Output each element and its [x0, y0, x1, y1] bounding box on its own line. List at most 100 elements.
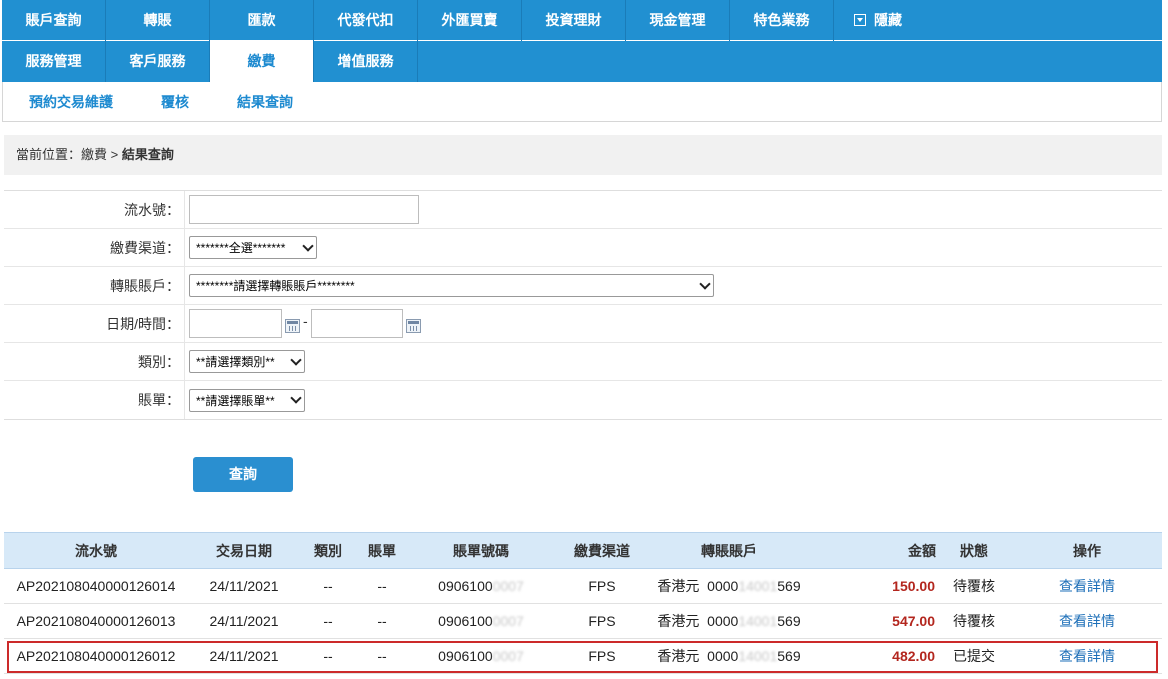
cell-date: 24/11/2021: [188, 603, 300, 639]
serial-input[interactable]: [189, 195, 419, 224]
nav-hide-toggle[interactable]: 隱藏: [834, 0, 938, 41]
nav-cash-management[interactable]: 現金管理: [626, 0, 730, 41]
cell-status: 已提交: [936, 638, 1012, 674]
nav-customer-service[interactable]: 客戶服務: [106, 41, 210, 82]
nav-special-services[interactable]: 特色業務: [730, 0, 834, 41]
cell-bill: --: [356, 603, 408, 639]
cell-amount: 482.00: [808, 638, 936, 674]
account-prefix: 0000: [707, 578, 739, 594]
nav-payroll[interactable]: 代發代扣: [314, 0, 418, 41]
date-to-input[interactable]: [310, 309, 403, 338]
form-row-category: 類別： **請選擇類別**: [4, 343, 1162, 381]
subnav-result-inquiry[interactable]: 結果查詢: [237, 92, 293, 112]
bill-no-masked: 0007: [492, 613, 524, 629]
date-from-input[interactable]: [189, 309, 282, 338]
cell-bill: --: [356, 638, 408, 674]
cell-account: 香港元 000014001569: [650, 638, 808, 674]
cell-channel: FPS: [554, 568, 650, 604]
bill-no-masked: 0007: [492, 648, 524, 664]
breadcrumb-prefix: 當前位置：繳費 >: [16, 147, 122, 162]
channel-label: 繳費渠道：: [4, 229, 185, 266]
bill-no-masked: 0007: [492, 578, 524, 594]
breadcrumb-current: 結果查詢: [121, 147, 174, 162]
hide-label: 隱藏: [874, 12, 902, 28]
sub-navigation: 預約交易維護 覆核 結果查詢: [2, 82, 1162, 122]
bill-select-value: **請選擇賬單**: [196, 393, 275, 408]
account-select-value: ********請選擇轉賬賬戶********: [196, 279, 355, 293]
chevron-down-icon: [290, 353, 302, 366]
bill-no-prefix: 0906100: [438, 648, 493, 664]
cell-bill-no: 09061000007: [408, 603, 554, 639]
col-header-serial: 流水號: [4, 532, 188, 569]
cell-category: --: [300, 603, 356, 639]
col-header-bill-no: 賬單號碼: [408, 532, 554, 569]
nav-service-management[interactable]: 服務管理: [2, 41, 106, 82]
nav-row-1: 賬戶查詢 轉賬 匯款 代發代扣 外匯買賣 投資理財 現金管理 特色業務 隱藏: [2, 0, 1162, 41]
table-header-row: 流水號 交易日期 類別 賬單 賬單號碼 繳費渠道 轉賬賬戶 金額 狀態 操作: [4, 532, 1162, 569]
view-details-link[interactable]: 查看詳情: [1012, 603, 1162, 639]
nav-value-added[interactable]: 增值服務: [314, 41, 418, 82]
account-currency: 香港元: [657, 613, 700, 629]
nav-bill-payment[interactable]: 繳費: [210, 41, 314, 82]
nav-transfer[interactable]: 轉賬: [106, 0, 210, 41]
breadcrumb: 當前位置：繳費 > 結果查詢: [4, 135, 1162, 175]
form-row-date: 日期/時間： -: [4, 305, 1162, 343]
col-header-account: 轉賬賬戶: [650, 532, 808, 569]
bill-no-prefix: 0906100: [438, 578, 493, 594]
channel-select-value: *******全選*******: [196, 241, 286, 255]
bill-label: 賬單：: [4, 381, 185, 419]
serial-label: 流水號：: [4, 191, 185, 228]
channel-select[interactable]: *******全選*******: [189, 236, 317, 259]
cell-status: 待覆核: [936, 568, 1012, 604]
form-row-serial: 流水號：: [4, 191, 1162, 229]
account-currency: 香港元: [657, 578, 700, 594]
cell-bill-no: 09061000007: [408, 638, 554, 674]
cell-serial: AP202108040000126014: [4, 568, 188, 604]
cell-serial: AP202108040000126012: [4, 638, 188, 674]
date-label: 日期/時間：: [4, 305, 185, 342]
calendar-icon[interactable]: [285, 319, 300, 333]
category-select-value: **請選擇類別**: [196, 355, 275, 369]
bill-select[interactable]: **請選擇賬單**: [189, 388, 305, 412]
cell-date: 24/11/2021: [188, 638, 300, 674]
nav-account-inquiry[interactable]: 賬戶查詢: [2, 0, 106, 41]
nav-forex[interactable]: 外匯買賣: [418, 0, 522, 41]
account-suffix: 569: [777, 648, 801, 664]
view-details-link[interactable]: 查看詳情: [1012, 568, 1162, 604]
cell-amount: 150.00: [808, 568, 936, 604]
account-suffix: 569: [777, 578, 801, 594]
account-masked: 14001: [738, 578, 778, 594]
nav-row-2: 服務管理 客戶服務 繳費 增值服務: [2, 41, 1162, 82]
cell-serial: AP202108040000126013: [4, 603, 188, 639]
calendar-icon[interactable]: [405, 319, 421, 333]
subnav-scheduled-maintenance[interactable]: 預約交易維護: [29, 92, 113, 112]
col-header-channel: 繳費渠道: [554, 532, 650, 569]
table-row: AP202108040000126012 24/11/2021 -- -- 09…: [4, 638, 1162, 674]
form-row-bill: 賬單： **請選擇賬單**: [4, 381, 1162, 419]
cell-bill: --: [356, 568, 408, 604]
col-header-category: 類別: [300, 532, 356, 569]
date-separator: -: [303, 313, 308, 329]
col-header-amount: 金額: [808, 532, 936, 569]
cell-category: --: [300, 568, 356, 604]
view-details-link[interactable]: 查看詳情: [1012, 638, 1162, 674]
form-row-account: 轉賬賬戶： ********請選擇轉賬賬戶********: [4, 267, 1162, 305]
cell-account: 香港元 000014001569: [650, 603, 808, 639]
collapse-icon: [854, 14, 866, 26]
results-table: 流水號 交易日期 類別 賬單 賬單號碼 繳費渠道 轉賬賬戶 金額 狀態 操作 A…: [4, 532, 1162, 674]
nav-remittance[interactable]: 匯款: [210, 0, 314, 41]
col-header-bill: 賬單: [356, 532, 408, 569]
query-button[interactable]: 查詢: [193, 457, 293, 492]
category-select[interactable]: **請選擇類別**: [189, 350, 305, 373]
cell-amount: 547.00: [808, 603, 936, 639]
category-label: 類別：: [4, 343, 185, 380]
account-select[interactable]: ********請選擇轉賬賬戶********: [189, 274, 714, 297]
nav-investment[interactable]: 投資理財: [522, 0, 626, 41]
table-row: AP202108040000126013 24/11/2021 -- -- 09…: [4, 603, 1162, 639]
account-masked: 14001: [738, 613, 778, 629]
col-header-status: 狀態: [936, 532, 1012, 569]
account-masked: 14001: [738, 648, 778, 664]
account-prefix: 0000: [707, 648, 739, 664]
top-navigation: 賬戶查詢 轉賬 匯款 代發代扣 外匯買賣 投資理財 現金管理 特色業務 隱藏 服…: [2, 0, 1162, 82]
subnav-review[interactable]: 覆核: [161, 92, 189, 112]
